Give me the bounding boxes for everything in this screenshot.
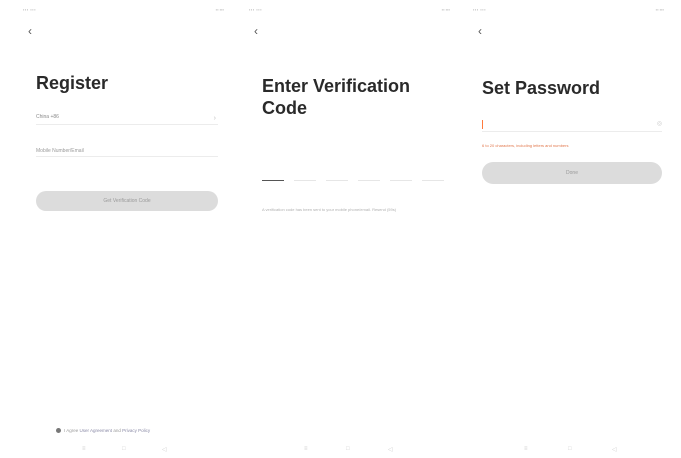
home-icon[interactable]: □: [122, 446, 126, 452]
agree-prefix: I Agree: [64, 428, 79, 433]
home-icon[interactable]: □: [568, 446, 572, 452]
home-icon[interactable]: □: [346, 446, 350, 452]
system-navigation-bar: ≡ □ ◁: [246, 444, 452, 456]
status-left-icons: ▪▪▪ ▪▪▪: [23, 7, 37, 12]
set-password-screen: ▪▪▪ ▪▪▪ ▪▪ ▪▪▪ ‹ Set Password ◎ 6 to 20 …: [470, 0, 666, 458]
status-left-icons: ▪▪▪ ▪▪▪: [249, 7, 263, 12]
system-navigation-bar: ≡ □ ◁: [470, 444, 666, 456]
code-slot: [294, 180, 316, 181]
code-slot: [262, 180, 284, 181]
menu-icon[interactable]: ≡: [82, 446, 86, 452]
status-right-icons: ▪▪ ▪▪▪: [215, 7, 224, 12]
status-bar: ▪▪▪ ▪▪▪ ▪▪ ▪▪▪: [470, 6, 666, 16]
verification-screen: ▪▪▪ ▪▪▪ ▪▪ ▪▪▪ ‹ Enter Verification Code…: [246, 0, 452, 458]
code-sent-hint: A verification code has been sent to you…: [262, 207, 397, 212]
eye-icon[interactable]: ◎: [657, 120, 662, 127]
back-arrow-icon[interactable]: ‹: [28, 24, 40, 38]
region-selector[interactable]: China +86 ›: [36, 108, 218, 125]
page-title: Enter Verification Code: [262, 76, 411, 118]
nav-back-icon[interactable]: ◁: [162, 446, 167, 453]
page-title: Register: [36, 73, 109, 93]
menu-icon[interactable]: ≡: [304, 446, 308, 452]
page-title: Set Password: [482, 78, 601, 98]
chevron-right-icon: ›: [213, 115, 216, 122]
agree-checkbox[interactable]: [56, 428, 61, 434]
get-verification-code-button[interactable]: Get Verification Code: [36, 191, 218, 211]
status-left-icons: ▪▪▪ ▪▪▪: [473, 7, 487, 12]
code-slot: [422, 180, 444, 181]
agree-and: and: [113, 428, 121, 433]
phone-field[interactable]: [36, 138, 218, 157]
register-screen: ▪▪▪ ▪▪▪ ▪▪ ▪▪▪ ‹ Register China +86 › Ge…: [20, 0, 226, 458]
password-error-message: 6 to 20 characters, including letters an…: [482, 143, 569, 148]
code-slot: [358, 180, 380, 181]
done-button[interactable]: Done: [482, 162, 662, 184]
text-cursor: [482, 120, 483, 129]
region-value: China +86: [36, 114, 59, 120]
nav-back-icon[interactable]: ◁: [388, 446, 393, 453]
status-right-icons: ▪▪ ▪▪▪: [655, 7, 664, 12]
status-right-icons: ▪▪ ▪▪▪: [441, 7, 450, 12]
agreement-row: I Agree User Agreement and Privacy Polic…: [56, 428, 150, 434]
verification-code-input[interactable]: [262, 173, 444, 181]
nav-back-icon[interactable]: ◁: [612, 446, 617, 453]
three-screen-registration-flow: ▪▪▪ ▪▪▪ ▪▪ ▪▪▪ ‹ Register China +86 › Ge…: [0, 0, 681, 458]
system-navigation-bar: ≡ □ ◁: [20, 444, 226, 456]
phone-input[interactable]: [36, 148, 218, 154]
privacy-policy-link[interactable]: Privacy Policy: [122, 428, 150, 433]
code-slot: [326, 180, 348, 181]
back-arrow-icon[interactable]: ‹: [478, 24, 490, 38]
status-bar: ▪▪▪ ▪▪▪ ▪▪ ▪▪▪: [246, 6, 452, 16]
menu-icon[interactable]: ≡: [524, 446, 528, 452]
password-field[interactable]: ◎: [482, 117, 662, 132]
user-agreement-link[interactable]: User Agreement: [80, 428, 113, 433]
code-slot: [390, 180, 412, 181]
back-arrow-icon[interactable]: ‹: [254, 24, 266, 38]
status-bar: ▪▪▪ ▪▪▪ ▪▪ ▪▪▪: [20, 6, 226, 16]
